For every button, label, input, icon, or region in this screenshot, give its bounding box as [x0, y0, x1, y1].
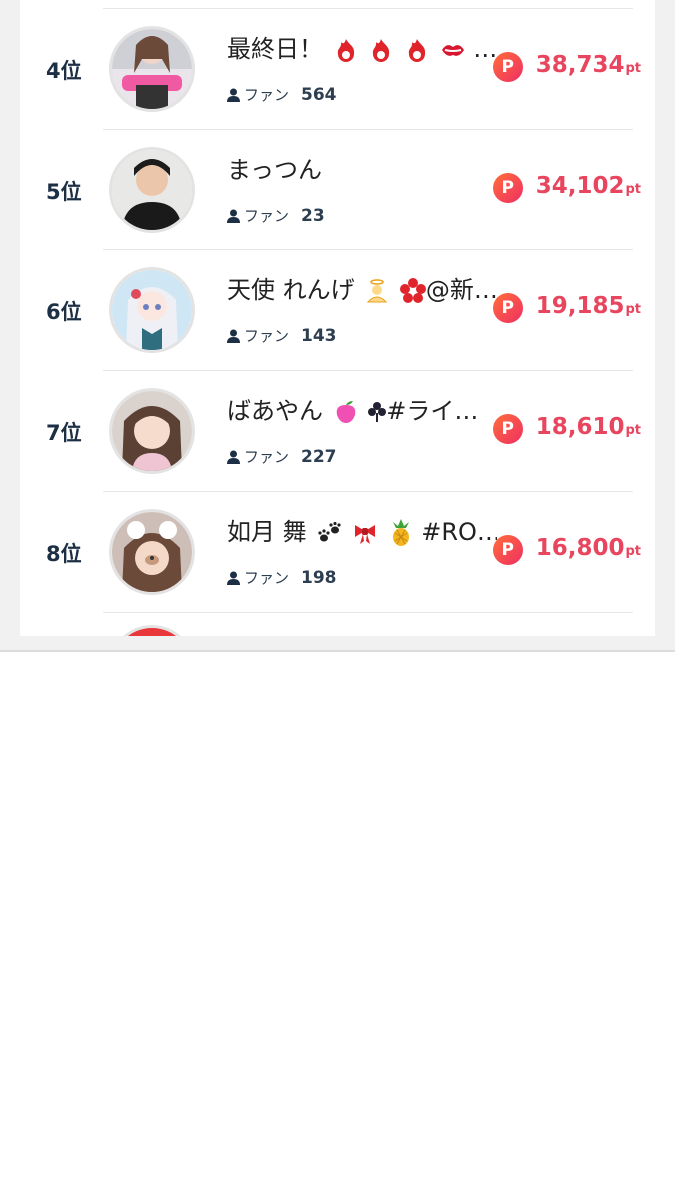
angel-emoji-icon	[367, 279, 388, 303]
points-value: 19,185	[535, 293, 625, 319]
fan-count: 227	[301, 446, 337, 467]
ranking-row-5[interactable]: 5位 まっつん ファン 23 P 34,102 pt	[20, 130, 655, 251]
point-badge-icon: P	[492, 173, 523, 203]
points-display: P 19,185 pt	[492, 293, 641, 323]
ribbon-emoji-icon	[354, 525, 375, 544]
rank-label: 6位	[46, 299, 82, 324]
fan-count-row: ファン 143	[227, 325, 337, 346]
person-icon	[227, 571, 240, 585]
fan-count-row: ファン 564	[227, 84, 337, 105]
person-icon	[227, 329, 240, 343]
fan-count: 198	[301, 567, 337, 588]
kiss-lips-emoji-icon	[441, 45, 464, 56]
user-name: 如月 舞 #RO…	[227, 518, 497, 546]
rank-label: 8位	[46, 541, 82, 566]
fan-label: ファン	[244, 86, 290, 104]
fan-count-row: ファン 198	[227, 567, 337, 588]
rank-label: 7位	[46, 420, 82, 445]
points-display: P 18,610 pt	[492, 414, 641, 444]
point-badge-icon: P	[492, 293, 523, 323]
next-row-avatar-partial[interactable]	[109, 625, 195, 636]
points-unit: pt	[625, 423, 641, 438]
fire-emoji-icon	[373, 39, 390, 62]
fan-label: ファン	[244, 327, 290, 345]
points-display: P 16,800 pt	[492, 535, 641, 565]
points-unit: pt	[625, 544, 641, 559]
flower-emoji-icon	[399, 278, 426, 303]
rank-label: 5位	[46, 179, 82, 204]
paw-prints-emoji-icon	[318, 522, 341, 542]
avatar[interactable]	[109, 26, 195, 112]
section-divider	[0, 650, 675, 652]
fire-emoji-icon	[408, 39, 426, 62]
points-value: 18,610	[535, 414, 625, 440]
ranking-row-8[interactable]: 8位 如月 舞 #RO… ファン 198 P 16,800 pt	[20, 492, 655, 613]
point-badge-icon: P	[492, 414, 523, 444]
row-divider	[103, 612, 633, 613]
fan-label: ファン	[244, 569, 290, 587]
fan-label: ファン	[244, 448, 290, 466]
fire-emoji-icon	[337, 39, 354, 62]
point-badge-icon: P	[492, 52, 523, 82]
user-name: 最終日！ …	[227, 35, 497, 63]
ranking-list: 4位 最終日！ … ファン 564 P 38,734 pt 5位 まっつん ファ…	[20, 0, 655, 636]
avatar[interactable]	[109, 388, 195, 474]
point-badge-icon: P	[492, 535, 523, 565]
fan-count: 143	[301, 325, 337, 346]
ranking-row-7[interactable]: 7位 ばあやん #ライ… ファン 227 P 18,610 pt	[20, 371, 655, 492]
avatar[interactable]	[109, 267, 195, 353]
fan-count-row: ファン 23	[227, 205, 325, 226]
user-name: まっつん	[227, 156, 323, 184]
points-display: P 38,734 pt	[492, 52, 641, 82]
rank-label: 4位	[46, 58, 82, 83]
fan-label: ファン	[244, 207, 290, 225]
ranking-row-4[interactable]: 4位 最終日！ … ファン 564 P 38,734 pt	[20, 9, 655, 130]
points-unit: pt	[625, 302, 641, 317]
person-icon	[227, 88, 240, 102]
points-value: 34,102	[535, 173, 625, 199]
fan-count-row: ファン 227	[227, 446, 337, 467]
points-display: P 34,102 pt	[492, 173, 641, 203]
user-name: ばあやん #ライ…	[227, 397, 479, 425]
user-name: 天使 れんげ @新…	[227, 276, 497, 304]
clover-emoji-icon	[368, 402, 387, 422]
points-unit: pt	[625, 182, 641, 197]
avatar[interactable]	[109, 147, 195, 233]
points-unit: pt	[625, 61, 641, 76]
ranking-row-6[interactable]: 6位 天使 れんげ @新… ファン 143 P 19,185 pt	[20, 250, 655, 371]
fan-count: 564	[301, 84, 337, 105]
points-value: 16,800	[535, 535, 625, 561]
pineapple-emoji-icon	[392, 519, 409, 546]
avatar[interactable]	[109, 509, 195, 595]
peach-emoji-icon	[336, 401, 355, 423]
person-icon	[227, 450, 240, 464]
points-value: 38,734	[535, 52, 625, 78]
fan-count: 23	[301, 205, 325, 226]
person-icon	[227, 209, 240, 223]
